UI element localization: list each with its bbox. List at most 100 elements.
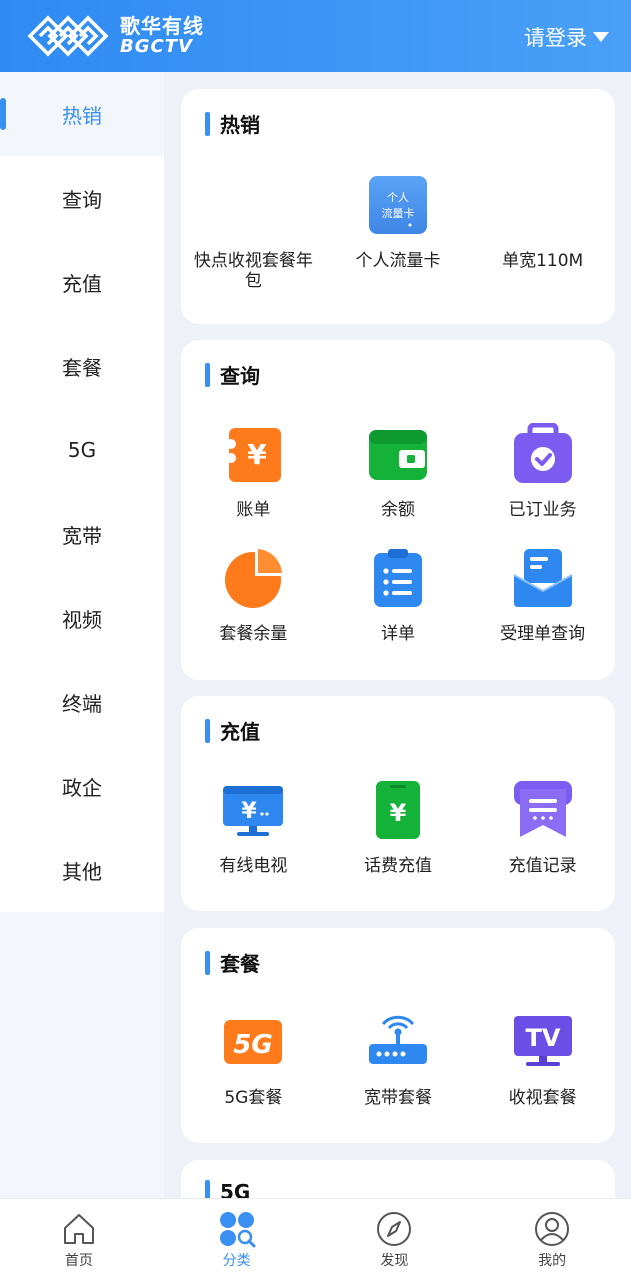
package-item-5g[interactable]: 5G 5G套餐 [181,1010,326,1134]
tab-label: 分类 [222,1252,251,1269]
sidebar-item-query[interactable]: 查询 [0,156,164,240]
item-label: 话费充值 [363,856,432,876]
svg-text:个人: 个人 [387,191,409,204]
clipboard-list-icon [366,546,430,610]
sidebar-item-label: 热销 [62,103,102,128]
item-label: 快点收视套餐年包 [193,251,313,292]
pie-chart-icon [221,546,285,610]
recharge-item-records[interactable]: 充值记录 [470,778,615,902]
login-button[interactable]: 请登录 [524,22,609,52]
section-hot: 热销 快点收视套餐年包 个人 流量卡 个人流量卡 单宽110M [181,89,615,324]
section-title-package: 套餐 [205,948,260,977]
sidebar-item-label: 其他 [62,859,102,884]
tv-icon: TV [511,1010,575,1074]
hot-item-flow-card[interactable]: 个人 流量卡 个人流量卡 [326,173,471,297]
recharge-grid: ¥ 有线电视 ¥ 话费充值 充值记录 [181,778,615,902]
query-item-detail[interactable]: 详单 [326,546,471,670]
item-label: 已订业务 [508,500,577,520]
section-title-recharge: 充值 [205,716,260,745]
sidebar-item-enterprise[interactable]: 政企 [0,744,164,828]
sidebar-item-5g[interactable]: 5G [0,408,164,492]
tab-category[interactable]: 分类 [158,1199,316,1280]
tv-yuan-icon: ¥ [221,778,285,842]
svg-text:¥: ¥ [390,799,407,827]
category-sidebar: 热销 查询 充值 套餐 5G 宽带 视频 终端 政企 其他 [0,72,164,1198]
item-label: 受理单查询 [500,624,586,644]
sidebar-item-package[interactable]: 套餐 [0,324,164,408]
home-icon [63,1213,94,1244]
flow-card-icon: 个人 流量卡 [366,173,430,237]
bottom-tab-bar: 首页 分类 发现 我的 [0,1198,631,1280]
router-icon [366,1010,430,1074]
recharge-item-cable-tv[interactable]: ¥ 有线电视 [181,778,326,902]
tab-label: 发现 [380,1252,409,1269]
item-label: 充值记录 [508,856,577,876]
package-item-broadband[interactable]: 宽带套餐 [326,1010,471,1134]
query-item-subscribed[interactable]: 已订业务 [470,422,615,546]
sidebar-item-hot[interactable]: 热销 [0,72,164,156]
empty-icon-slot [221,173,285,237]
sidebar-item-label: 政企 [62,775,102,800]
app-header: 歌华有线 BGCTV 请登录 [0,0,631,72]
sidebar-item-label: 宽带 [62,523,102,548]
section-title-text: 充值 [220,720,260,744]
recharge-item-phone[interactable]: ¥ 话费充值 [326,778,471,902]
query-item-bill[interactable]: ¥ 账单 [181,422,326,546]
section-recharge: 充值 ¥ 有线电视 ¥ 话费充值 充值记录 [181,696,615,911]
tab-mine[interactable]: 我的 [473,1199,631,1280]
package-grid: 5G 5G套餐 宽带套餐 TV 收视套餐 [181,1010,615,1134]
empty-icon-slot [511,173,575,237]
wallet-icon [366,422,430,486]
query-item-balance[interactable]: 余额 [326,422,471,546]
hot-item-broadband-110m[interactable]: 单宽110M [470,173,615,297]
section-title-hot: 热销 [205,109,260,138]
svg-text:¥: ¥ [242,799,258,824]
tab-discover[interactable]: 发现 [316,1199,474,1280]
sidebar-item-video[interactable]: 视频 [0,576,164,660]
package-item-tv[interactable]: TV 收视套餐 [470,1010,615,1134]
inbox-doc-icon [511,546,575,610]
svg-text:5G: 5G [234,1030,273,1060]
title-accent-bar [205,718,210,743]
svg-text:流量卡: 流量卡 [381,206,414,220]
subscribed-icon [511,422,575,486]
item-label: 套餐余量 [219,624,288,644]
compass-icon [377,1211,412,1246]
item-label: 个人流量卡 [355,251,441,271]
section-package: 套餐 5G 5G套餐 宽带套餐 TV 收视套餐 [181,928,615,1143]
section-title-query: 查询 [205,360,260,389]
section-title-5g: 5G [205,1180,250,1198]
sidebar-item-label: 视频 [62,607,102,632]
tab-label: 首页 [64,1252,93,1269]
section-5g: 5G [181,1160,615,1198]
sidebar-item-other[interactable]: 其他 [0,828,164,912]
section-title-text: 查询 [220,364,260,388]
category-content[interactable]: 热销 快点收视套餐年包 个人 流量卡 个人流量卡 单宽110M 查询 ¥ 账单 … [164,72,631,1198]
item-label: 有线电视 [219,856,288,876]
section-title-text: 热销 [220,113,260,137]
brand-logo: 歌华有线 BGCTV [26,12,204,60]
caret-down-icon [593,32,609,42]
bill-icon: ¥ [221,422,285,486]
category-icon [219,1211,256,1247]
hot-item-kuaidian[interactable]: 快点收视套餐年包 [181,173,326,297]
sidebar-item-broadband[interactable]: 宽带 [0,492,164,576]
hot-grid: 快点收视套餐年包 个人 流量卡 个人流量卡 单宽110M [181,173,615,297]
sidebar-item-label: 5G [67,438,97,462]
item-label: 余额 [380,500,415,520]
title-accent-bar [205,362,210,387]
logo-english-name: BGCTV [120,36,193,57]
query-item-order-query[interactable]: 受理单查询 [470,546,615,670]
title-accent-bar [205,950,210,975]
sidebar-item-terminal[interactable]: 终端 [0,660,164,744]
title-accent-bar [205,111,210,136]
query-grid: ¥ 账单 余额 已订业务 套餐余量 详单 受理单查询 [181,422,615,670]
sidebar-item-label: 终端 [62,691,102,716]
title-accent-bar [205,1180,210,1198]
query-item-package-remaining[interactable]: 套餐余量 [181,546,326,670]
item-label: 详单 [380,624,415,644]
sidebar-item-recharge[interactable]: 充值 [0,240,164,324]
section-query: 查询 ¥ 账单 余额 已订业务 套餐余量 详单 受理单查询 [181,340,615,680]
tab-home[interactable]: 首页 [0,1199,158,1280]
sidebar-item-label: 查询 [62,187,102,212]
